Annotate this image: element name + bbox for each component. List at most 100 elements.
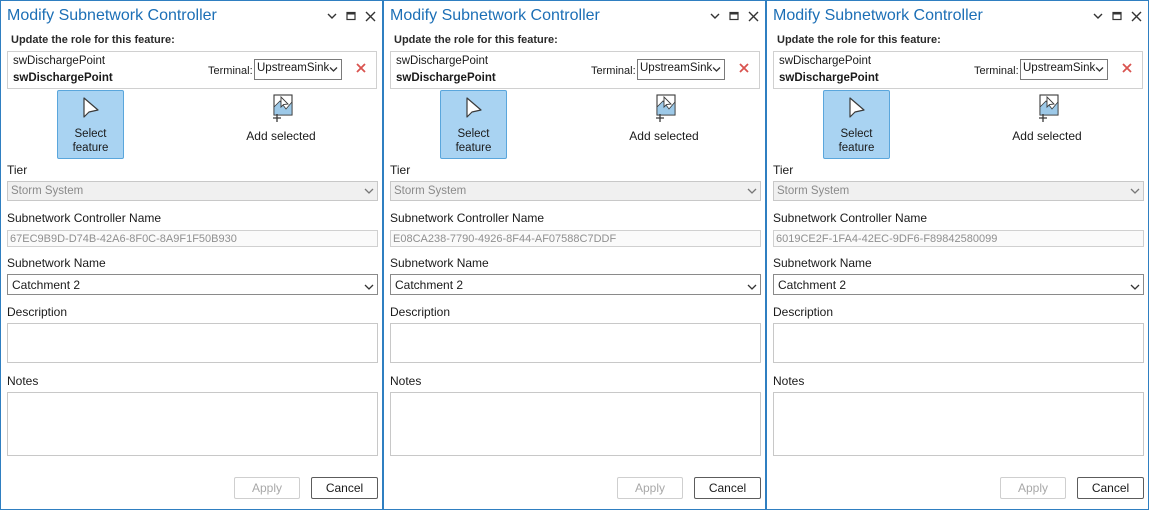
subnetwork-name-select[interactable]: Catchment 2 [7, 274, 378, 295]
select-feature-button[interactable]: Select feature [440, 90, 507, 159]
close-icon[interactable] [747, 9, 759, 23]
select-cursor-icon [464, 96, 484, 125]
remove-x-icon[interactable] [355, 61, 369, 75]
cancel-button[interactable]: Cancel [694, 477, 761, 499]
chevron-down-icon [1095, 64, 1104, 76]
apply-button[interactable]: Apply [1000, 477, 1066, 499]
terminal-label: Terminal: [974, 65, 1019, 77]
chevron-down-icon [364, 280, 374, 294]
controller-name-field[interactable]: 6019CE2F-1FA4-42EC-9DF6-F89842580099 [773, 230, 1144, 247]
description-field[interactable] [390, 323, 761, 363]
subnetwork-name-label: Subnetwork Name [390, 256, 489, 270]
controller-name-label: Subnetwork Controller Name [773, 211, 928, 225]
close-icon[interactable] [364, 9, 376, 23]
subnetwork-name-select[interactable]: Catchment 2 [390, 274, 761, 295]
terminal-select-value: UpstreamSink [257, 62, 330, 74]
chevron-down-icon [364, 186, 374, 198]
pane-title: Modify Subnetwork Controller [773, 7, 983, 24]
subnetwork-name-value: Catchment 2 [778, 278, 847, 292]
tier-select[interactable]: Storm System [390, 181, 761, 201]
notes-field[interactable] [773, 392, 1144, 456]
tier-select-value: Storm System [11, 185, 84, 197]
description-field[interactable] [7, 323, 378, 363]
feature-name: swDischargePoint [396, 72, 496, 84]
controller-name-field[interactable]: E08CA238-7790-4926-8F44-AF07588C7DDF [390, 230, 761, 247]
pane-title: Modify Subnetwork Controller [7, 7, 217, 24]
notes-label: Notes [7, 374, 39, 388]
apply-button[interactable]: Apply [234, 477, 300, 499]
window-controls [1092, 9, 1142, 23]
feature-class-name: swDischargePoint [13, 55, 106, 67]
terminal-select[interactable]: UpstreamSink [1020, 59, 1108, 80]
add-selected-button[interactable]: Add selected [231, 90, 331, 150]
add-selected-button[interactable]: Add selected [614, 90, 714, 150]
add-selected-icon [1037, 93, 1061, 128]
add-selected-label: Add selected [629, 129, 699, 143]
feature-row: swDischargePoint swDischargePoint Termin… [773, 51, 1143, 89]
select-cursor-icon [81, 96, 101, 125]
add-selected-button[interactable]: Add selected [997, 90, 1097, 150]
chevron-down-icon [1130, 186, 1140, 198]
add-selected-label: Add selected [246, 129, 316, 143]
controller-name-label: Subnetwork Controller Name [7, 211, 162, 225]
remove-x-icon[interactable] [738, 61, 752, 75]
notes-field[interactable] [390, 392, 761, 456]
chevron-down-icon[interactable] [1092, 9, 1104, 23]
notes-label: Notes [390, 374, 422, 388]
select-feature-label: Select feature [455, 128, 492, 154]
tier-label: Tier [773, 163, 794, 177]
remove-x-icon[interactable] [1121, 61, 1135, 75]
subnetwork-name-value: Catchment 2 [12, 278, 81, 292]
cancel-button[interactable]: Cancel [311, 477, 378, 499]
description-label: Description [7, 305, 68, 319]
window-controls [709, 9, 759, 23]
modify-subnetwork-controller-pane: Modify Subnetwork Controller Update the … [766, 0, 1149, 510]
description-label: Description [773, 305, 834, 319]
select-feature-button[interactable]: Select feature [57, 90, 124, 159]
select-feature-button[interactable]: Select feature [823, 90, 890, 159]
restore-icon[interactable] [1111, 9, 1123, 23]
pane-title: Modify Subnetwork Controller [390, 7, 600, 24]
select-feature-label: Select feature [72, 128, 109, 154]
notes-field[interactable] [7, 392, 378, 456]
terminal-select[interactable]: UpstreamSink [254, 59, 342, 80]
chevron-down-icon [712, 64, 721, 76]
select-feature-label: Select feature [838, 128, 875, 154]
update-role-heading: Update the role for this feature: [11, 34, 175, 46]
terminal-select-value: UpstreamSink [1023, 62, 1096, 74]
chevron-down-icon [747, 186, 757, 198]
feature-row: swDischargePoint swDischargePoint Termin… [7, 51, 377, 89]
select-cursor-icon [847, 96, 867, 125]
feature-name: swDischargePoint [779, 72, 879, 84]
window-controls [326, 9, 376, 23]
terminal-label: Terminal: [591, 65, 636, 77]
tier-select[interactable]: Storm System [773, 181, 1144, 201]
restore-icon[interactable] [728, 9, 740, 23]
apply-button[interactable]: Apply [617, 477, 683, 499]
chevron-down-icon [1130, 280, 1140, 294]
close-icon[interactable] [1130, 9, 1142, 23]
controller-name-field[interactable]: 67EC9B9D-D74B-42A6-8F0C-8A9F1F50B930 [7, 230, 378, 247]
terminal-select[interactable]: UpstreamSink [637, 59, 725, 80]
tier-label: Tier [390, 163, 411, 177]
feature-name: swDischargePoint [13, 72, 113, 84]
terminal-label: Terminal: [208, 65, 253, 77]
subnetwork-name-label: Subnetwork Name [773, 256, 872, 270]
add-selected-icon [654, 93, 678, 128]
subnetwork-name-select[interactable]: Catchment 2 [773, 274, 1144, 295]
update-role-heading: Update the role for this feature: [394, 34, 558, 46]
tier-select-value: Storm System [394, 185, 467, 197]
description-field[interactable] [773, 323, 1144, 363]
tier-select-value: Storm System [777, 185, 850, 197]
modify-subnetwork-controller-pane: Modify Subnetwork Controller Update the … [383, 0, 766, 510]
subnetwork-name-value: Catchment 2 [395, 278, 464, 292]
feature-class-name: swDischargePoint [396, 55, 489, 67]
chevron-down-icon[interactable] [709, 9, 721, 23]
update-role-heading: Update the role for this feature: [777, 34, 941, 46]
chevron-down-icon[interactable] [326, 9, 338, 23]
controller-name-label: Subnetwork Controller Name [390, 211, 545, 225]
tier-select[interactable]: Storm System [7, 181, 378, 201]
cancel-button[interactable]: Cancel [1077, 477, 1144, 499]
restore-icon[interactable] [345, 9, 357, 23]
tier-label: Tier [7, 163, 28, 177]
